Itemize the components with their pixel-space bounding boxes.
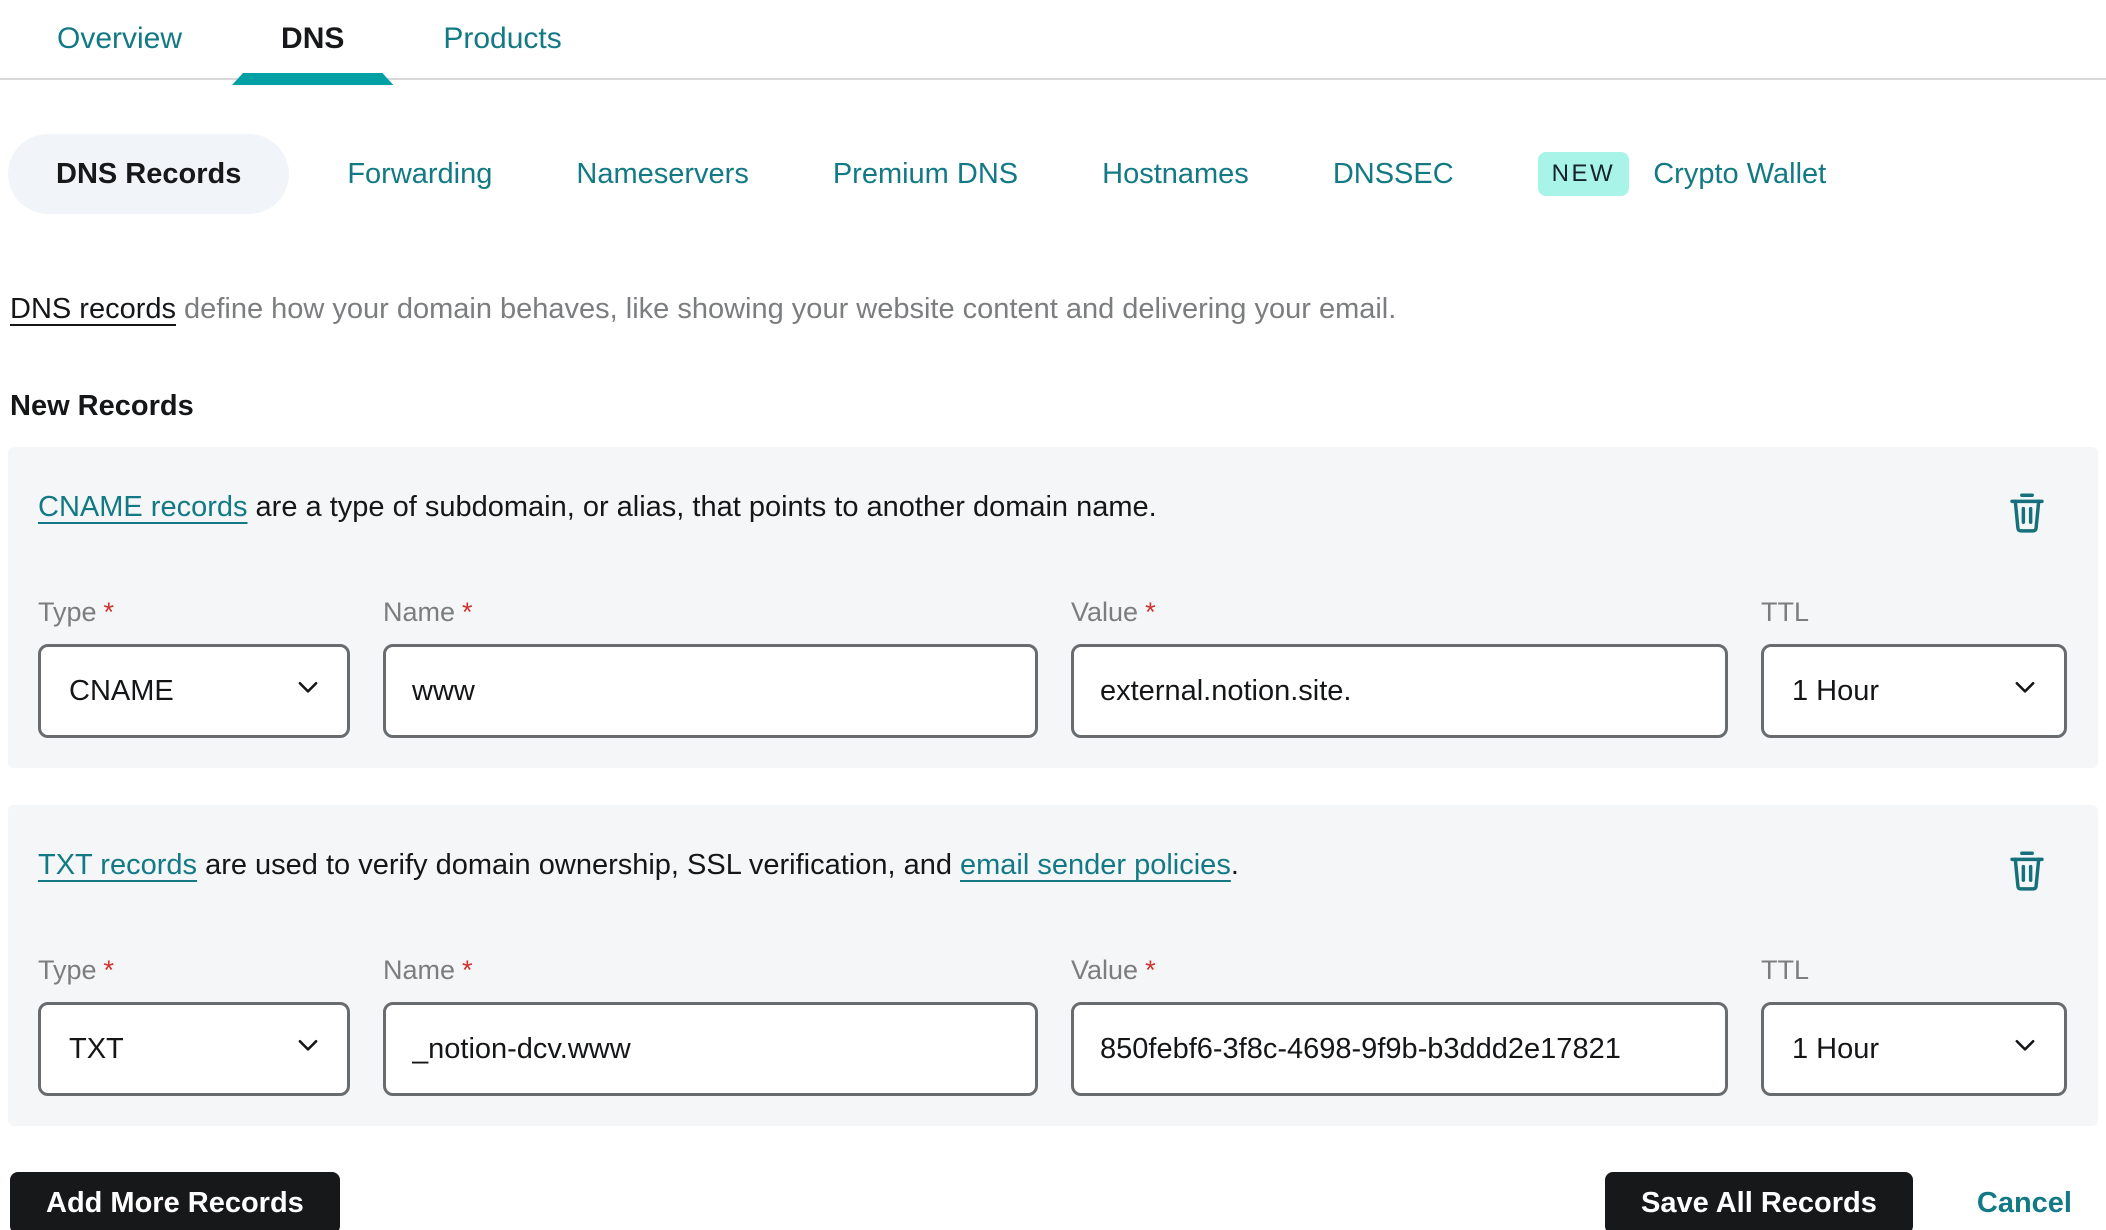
subtab-dnssec[interactable]: DNSSEC [1333, 158, 1454, 191]
tab-overview[interactable]: Overview [57, 0, 182, 78]
required-asterisk: * [103, 955, 115, 985]
cname-type-label: Type * [38, 597, 115, 627]
active-tab-underline [232, 73, 393, 85]
subtab-premium-dns[interactable]: Premium DNS [833, 158, 1018, 191]
chevron-down-icon [293, 672, 323, 710]
subtab-forwarding[interactable]: Forwarding [347, 158, 492, 191]
txt-type-select[interactable]: TXT [38, 1002, 350, 1096]
subtab-nameservers[interactable]: Nameservers [576, 158, 748, 191]
subtab-nameservers-label: Nameservers [576, 157, 749, 190]
records-footer-actions: Add More Records Save All Records Cancel [10, 1172, 2096, 1230]
dns-intro-text: DNS records define how your domain behav… [10, 288, 2096, 330]
cname-name-label: Name * [383, 597, 473, 627]
cname-ttl-value: 1 Hour [1792, 674, 1880, 707]
cname-name-input[interactable] [383, 644, 1038, 738]
txt-ttl-field: TTL 1 Hour [1761, 955, 2067, 1096]
subtab-dns-records-label: DNS Records [56, 157, 242, 190]
chevron-down-icon [293, 1030, 323, 1068]
txt-desc-middle: are used to verify domain ownership, SSL… [197, 849, 961, 881]
delete-txt-record-button[interactable] [2004, 847, 2050, 897]
required-asterisk: * [462, 955, 473, 985]
subtab-hostnames-label: Hostnames [1102, 157, 1249, 190]
txt-name-input[interactable] [383, 1002, 1038, 1096]
txt-value-input[interactable] [1071, 1002, 1728, 1096]
cname-desc-rest: are a type of subdomain, or alias, that … [247, 491, 1157, 523]
tab-overview-label: Overview [57, 22, 183, 55]
dns-records-link[interactable]: DNS records [10, 293, 176, 325]
add-more-records-button[interactable]: Add More Records [10, 1172, 340, 1230]
subtab-crypto-wallet-label: Crypto Wallet [1653, 158, 1827, 190]
trash-icon [2004, 493, 2050, 542]
required-asterisk: * [1145, 955, 1156, 985]
dns-intro-rest: define how your domain behaves, like sho… [176, 293, 1397, 325]
subtab-dnssec-label: DNSSEC [1332, 157, 1454, 190]
cname-ttl-select[interactable]: 1 Hour [1761, 644, 2067, 738]
cname-value-field: Value * [1071, 597, 1728, 738]
chevron-down-icon [2010, 672, 2040, 710]
email-sender-policies-link[interactable]: email sender policies [960, 849, 1231, 881]
txt-ttl-select[interactable]: 1 Hour [1761, 1002, 2067, 1096]
record-card-cname: CNAME records are a type of subdomain, o… [8, 447, 2098, 768]
required-asterisk: * [103, 597, 115, 627]
cname-name-field: Name * [383, 597, 1038, 738]
tab-products-label: Products [443, 22, 562, 55]
cname-card-description: CNAME records are a type of subdomain, o… [38, 487, 1157, 527]
cancel-link[interactable]: Cancel [1977, 1187, 2072, 1220]
new-badge: NEW [1537, 152, 1630, 196]
record-card-txt: TXT records are used to verify domain ow… [8, 805, 2098, 1126]
tab-products[interactable]: Products [443, 0, 561, 78]
cname-value-label: Value * [1071, 597, 1156, 627]
txt-type-field: Type * TXT [38, 955, 350, 1096]
txt-ttl-label: TTL [1761, 955, 1810, 985]
domain-tabbar: Overview DNS Products [0, 0, 2106, 80]
cname-type-field: Type * CNAME [38, 597, 350, 738]
dns-subtabs: DNS Records Forwarding Nameservers Premi… [8, 134, 2098, 214]
txt-desc-rest: . [1230, 849, 1239, 881]
subtab-crypto-wallet[interactable]: NEW Crypto Wallet [1537, 152, 1827, 196]
txt-name-field: Name * [383, 955, 1038, 1096]
txt-value-label: Value * [1071, 955, 1156, 985]
subtab-forwarding-label: Forwarding [347, 157, 493, 190]
cname-ttl-field: TTL 1 Hour [1761, 597, 2067, 738]
txt-ttl-value: 1 Hour [1792, 1032, 1880, 1065]
cname-records-link[interactable]: CNAME records [38, 491, 248, 523]
subtab-premium-dns-label: Premium DNS [832, 157, 1019, 190]
save-all-records-button[interactable]: Save All Records [1605, 1172, 1913, 1230]
chevron-down-icon [2010, 1030, 2040, 1068]
required-asterisk: * [1145, 597, 1156, 627]
txt-type-label: Type * [38, 955, 115, 985]
cname-ttl-label: TTL [1761, 597, 1810, 627]
cname-value-input[interactable] [1071, 644, 1728, 738]
txt-records-link[interactable]: TXT records [38, 849, 197, 881]
tab-dns-label: DNS [281, 22, 345, 55]
txt-name-label: Name * [383, 955, 473, 985]
cname-type-value: CNAME [69, 674, 174, 707]
subtab-hostnames[interactable]: Hostnames [1102, 158, 1249, 191]
tab-dns[interactable]: DNS [281, 0, 344, 78]
txt-type-value: TXT [69, 1032, 124, 1065]
trash-icon [2004, 851, 2050, 900]
cname-type-select[interactable]: CNAME [38, 644, 350, 738]
txt-card-description: TXT records are used to verify domain ow… [38, 845, 1239, 885]
required-asterisk: * [462, 597, 473, 627]
delete-cname-record-button[interactable] [2004, 489, 2050, 539]
new-records-heading: New Records [10, 390, 194, 422]
txt-value-field: Value * [1071, 955, 1728, 1096]
subtab-dns-records[interactable]: DNS Records [8, 134, 290, 214]
